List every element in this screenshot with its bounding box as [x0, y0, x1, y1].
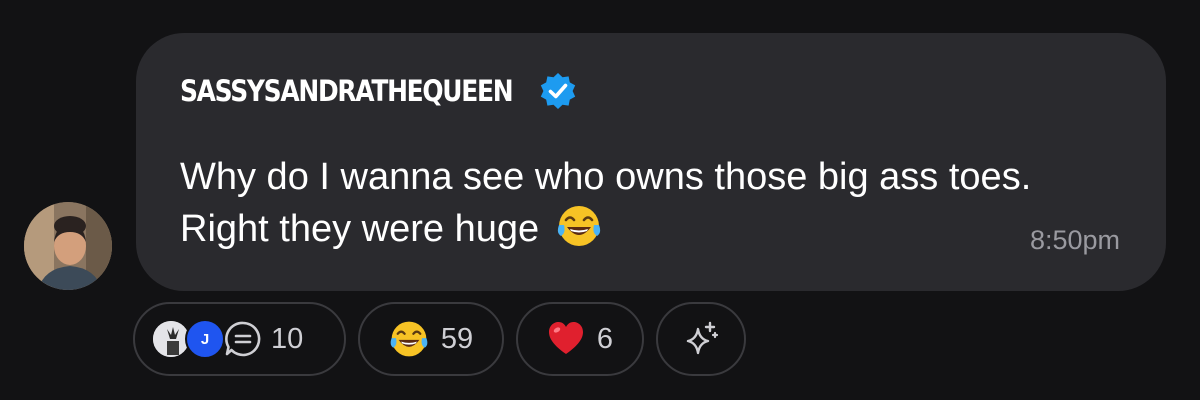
- message-thread: SASSYSANDRATHEQUEEN Why do I wanna see w…: [0, 0, 1200, 400]
- sparkle-add-icon: [686, 321, 719, 355]
- reaction-bar: J 10 59 6: [133, 302, 746, 380]
- message-body: Why do I wanna see who owns those big as…: [180, 156, 1032, 250]
- sender-avatar[interactable]: [24, 202, 112, 290]
- message-text: Why do I wanna see who owns those big as…: [180, 151, 1110, 255]
- replier-avatar-initial: J: [185, 319, 225, 359]
- heart-reaction-button[interactable]: 6: [516, 302, 644, 376]
- username[interactable]: SASSYSANDRATHEQUEEN: [180, 74, 515, 108]
- add-reaction-button[interactable]: [656, 302, 746, 376]
- verified-badge-icon: [540, 73, 576, 109]
- heart-icon: [548, 322, 583, 354]
- heart-count: 6: [596, 322, 614, 355]
- comment-icon: [225, 321, 261, 357]
- tears-of-joy-emoji-icon: [390, 321, 428, 357]
- message-bubble: SASSYSANDRATHEQUEEN Why do I wanna see w…: [136, 33, 1166, 291]
- avatar-photo-icon: [24, 202, 112, 290]
- username-row: SASSYSANDRATHEQUEEN: [180, 71, 578, 111]
- laugh-count: 59: [440, 322, 474, 355]
- replier-photo-icon: [153, 321, 189, 357]
- tears-of-joy-emoji-icon: [557, 206, 600, 246]
- replies-count: 10: [271, 322, 304, 355]
- replies-button[interactable]: J 10: [133, 302, 346, 376]
- laugh-reaction-button[interactable]: 59: [358, 302, 504, 376]
- message-timestamp: 8:50pm: [1029, 225, 1120, 255]
